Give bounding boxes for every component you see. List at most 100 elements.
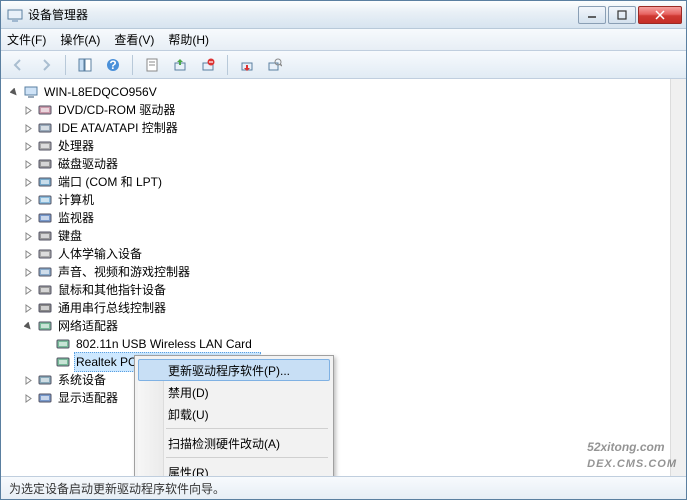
tree-item-label: 键盘 — [56, 227, 84, 245]
menu-item-label: 更新驱动程序软件(P)... — [168, 362, 290, 379]
toolbar: ? — [1, 51, 686, 79]
expand-icon[interactable] — [21, 175, 35, 189]
tree-item-label: 监视器 — [56, 209, 96, 227]
computer-icon — [23, 84, 39, 100]
tree-item[interactable]: 鼠标和其他指针设备 — [21, 281, 686, 299]
expand-icon[interactable] — [21, 139, 35, 153]
tree-item-label: DVD/CD-ROM 驱动器 — [56, 101, 177, 119]
tree-item[interactable]: 显示适配器 — [21, 389, 686, 407]
update-driver-button[interactable] — [169, 54, 191, 76]
menu-action[interactable]: 操作(A) — [60, 31, 100, 48]
expand-icon[interactable] — [21, 121, 35, 135]
menu-item-label: 禁用(D) — [168, 384, 209, 401]
tree-item[interactable]: DVD/CD-ROM 驱动器 — [21, 101, 686, 119]
monitor-icon — [37, 210, 53, 226]
tree-item-label: 磁盘驱动器 — [56, 155, 120, 173]
menu-properties[interactable]: 属性(R) — [138, 461, 330, 477]
minimize-button[interactable] — [578, 6, 606, 24]
help-button[interactable]: ? — [102, 54, 124, 76]
network-icon — [37, 318, 53, 334]
status-text: 为选定设备启动更新驱动程序软件向导。 — [9, 480, 225, 497]
disk-icon — [37, 156, 53, 172]
tree-item[interactable]: 系统设备 — [21, 371, 686, 389]
mouse-icon — [37, 282, 53, 298]
tree-item-label: 人体学输入设备 — [56, 245, 144, 263]
tree-item-label: 端口 (COM 和 LPT) — [56, 173, 164, 191]
toolbar-separator — [227, 55, 228, 75]
tree-item[interactable]: 键盘 — [21, 227, 686, 245]
menu-view[interactable]: 查看(V) — [114, 31, 154, 48]
menu-item-label: 卸载(U) — [168, 406, 209, 423]
tree-root-label: WIN-L8EDQCO956V — [42, 83, 159, 101]
expand-icon[interactable] — [21, 373, 35, 387]
device-tree[interactable]: WIN-L8EDQCO956VDVD/CD-ROM 驱动器IDE ATA/ATA… — [1, 79, 686, 476]
content-area: WIN-L8EDQCO956VDVD/CD-ROM 驱动器IDE ATA/ATA… — [1, 79, 686, 477]
cpu-icon — [37, 138, 53, 154]
collapse-icon[interactable] — [21, 319, 35, 333]
tree-item-label: 网络适配器 — [56, 317, 120, 335]
expand-icon[interactable] — [21, 157, 35, 171]
tree-item[interactable]: 处理器 — [21, 137, 686, 155]
tree-item[interactable]: 802.11n USB Wireless LAN Card — [39, 335, 686, 353]
menu-update-driver[interactable]: 更新驱动程序软件(P)... — [138, 359, 330, 381]
tree-item[interactable]: IDE ATA/ATAPI 控制器 — [21, 119, 686, 137]
menu-disable[interactable]: 禁用(D) — [138, 381, 330, 403]
expand-icon[interactable] — [21, 301, 35, 315]
tree-item-label: 通用串行总线控制器 — [56, 299, 168, 317]
expand-icon[interactable] — [21, 103, 35, 117]
menu-separator — [166, 428, 328, 429]
tree-item[interactable]: 网络适配器 — [21, 317, 686, 335]
tree-item-label: 处理器 — [56, 137, 96, 155]
tree-item[interactable]: 人体学输入设备 — [21, 245, 686, 263]
properties-button[interactable] — [141, 54, 163, 76]
app-icon — [7, 7, 23, 23]
show-hide-tree-button[interactable] — [74, 54, 96, 76]
tree-item[interactable]: 计算机 — [21, 191, 686, 209]
tree-item[interactable]: 监视器 — [21, 209, 686, 227]
expand-icon[interactable] — [21, 391, 35, 405]
context-menu: 更新驱动程序软件(P)... 禁用(D) 卸载(U) 扫描检测硬件改动(A) 属… — [134, 355, 334, 477]
tree-item-label: 802.11n USB Wireless LAN Card — [74, 335, 254, 353]
statusbar: 为选定设备启动更新驱动程序软件向导。 — [1, 477, 686, 499]
computer-icon — [37, 192, 53, 208]
tree-root[interactable]: WIN-L8EDQCO956V — [3, 83, 686, 101]
window-buttons — [576, 6, 682, 24]
keyboard-icon — [37, 228, 53, 244]
expand-icon[interactable] — [21, 193, 35, 207]
netcard-icon — [55, 354, 71, 370]
expand-icon[interactable] — [21, 211, 35, 225]
expand-icon[interactable] — [21, 283, 35, 297]
menu-help[interactable]: 帮助(H) — [168, 31, 209, 48]
port-icon — [37, 174, 53, 190]
vertical-scrollbar[interactable] — [670, 79, 686, 476]
tree-item[interactable]: 通用串行总线控制器 — [21, 299, 686, 317]
tree-item[interactable]: 端口 (COM 和 LPT) — [21, 173, 686, 191]
uninstall-button[interactable] — [197, 54, 219, 76]
window-title: 设备管理器 — [28, 6, 576, 23]
tree-item[interactable]: 声音、视频和游戏控制器 — [21, 263, 686, 281]
expand-icon[interactable] — [21, 265, 35, 279]
expand-icon[interactable] — [21, 229, 35, 243]
tree-item-label: IDE ATA/ATAPI 控制器 — [56, 119, 180, 137]
menu-separator — [166, 457, 328, 458]
menu-scan-hardware[interactable]: 扫描检测硬件改动(A) — [138, 432, 330, 454]
toolbar-separator — [132, 55, 133, 75]
back-button[interactable] — [7, 54, 29, 76]
collapse-icon[interactable] — [7, 85, 21, 99]
device-manager-window: 设备管理器 文件(F) 操作(A) 查看(V) 帮助(H) ? WIN-L8ED… — [0, 0, 687, 500]
menu-file[interactable]: 文件(F) — [7, 31, 46, 48]
expand-icon[interactable] — [21, 247, 35, 261]
menu-item-label: 属性(R) — [168, 464, 209, 478]
netcard-icon — [55, 336, 71, 352]
menu-uninstall[interactable]: 卸载(U) — [138, 403, 330, 425]
hid-icon — [37, 246, 53, 262]
tree-item-label: 计算机 — [56, 191, 96, 209]
close-button[interactable] — [638, 6, 682, 24]
tree-item[interactable]: 磁盘驱动器 — [21, 155, 686, 173]
disable-button[interactable] — [236, 54, 258, 76]
scan-hardware-button[interactable] — [264, 54, 286, 76]
maximize-button[interactable] — [608, 6, 636, 24]
usb-icon — [37, 300, 53, 316]
tree-item-label: 显示适配器 — [56, 389, 120, 407]
forward-button[interactable] — [35, 54, 57, 76]
